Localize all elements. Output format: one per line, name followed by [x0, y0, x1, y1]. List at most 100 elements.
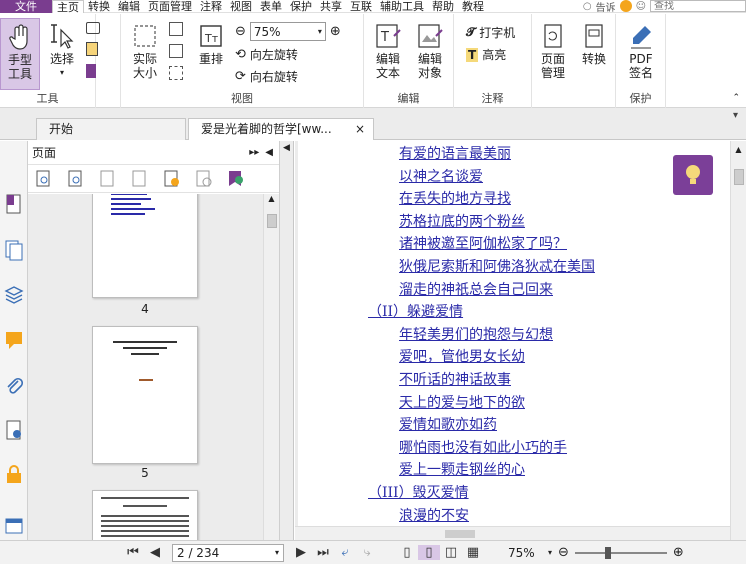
page-management-button[interactable]: 页面 管理	[534, 18, 572, 80]
toc-link[interactable]: 以神之名谈爱	[399, 166, 483, 186]
previous-page-icon[interactable]: ◀	[144, 545, 166, 560]
toc-link[interactable]: 有爱的语言最美丽	[399, 143, 511, 163]
zoom-in-icon[interactable]: ⊕	[330, 24, 341, 39]
scroll-up-icon[interactable]: ▲	[731, 145, 746, 154]
scroll-up-icon[interactable]: ▲	[264, 194, 279, 203]
page-thumbnail[interactable]	[92, 490, 198, 540]
page-thumbnail[interactable]	[92, 326, 198, 464]
last-page-icon[interactable]: ⏭	[312, 545, 334, 560]
zoom-select[interactable]: 75% ▾	[249, 22, 326, 41]
chevron-down-icon[interactable]: ▾	[548, 548, 552, 557]
form-panel-icon[interactable]	[4, 515, 24, 537]
toc-link[interactable]: 爱吧，管他男女长幼	[399, 346, 525, 366]
toc-link[interactable]: 浪漫的不安	[399, 505, 469, 525]
rotate-left-button[interactable]: ⟲ 向左旋转	[235, 46, 298, 63]
toc-link[interactable]: 年轻美男们的抱怨与幻想	[399, 324, 553, 344]
toc-link[interactable]: 诸神被邀至阿伽松家了吗？	[399, 233, 567, 253]
tab-list-icon[interactable]: ▾	[733, 110, 738, 121]
panel-expand-icon[interactable]: ▸▸	[249, 147, 259, 158]
menu-form[interactable]: 表单	[256, 0, 286, 13]
previous-view-icon[interactable]: ⤶	[334, 545, 356, 560]
pages-panel-icon[interactable]	[4, 239, 24, 261]
notification-icon[interactable]	[619, 0, 632, 12]
scroll-thumb[interactable]	[267, 214, 277, 228]
menu-convert[interactable]: 转换	[84, 0, 114, 13]
lightbulb-icon[interactable]: ○	[583, 1, 592, 12]
toc-link[interactable]: 不听话的神话故事	[399, 369, 511, 389]
edit-text-button[interactable]: T 编辑 文本	[370, 18, 406, 80]
lightbulb-icon[interactable]	[673, 155, 713, 195]
tell-me-label[interactable]: 告诉	[596, 0, 616, 14]
zoom-level[interactable]: 75%	[508, 546, 548, 560]
hand-tool-button[interactable]: 手型 工具	[0, 18, 40, 90]
actual-size-button[interactable]: 实际 大小	[127, 18, 163, 80]
fit-visible-icon[interactable]	[169, 66, 183, 80]
insert-page-icon[interactable]	[98, 170, 118, 188]
extract-page-icon[interactable]	[130, 170, 150, 188]
zoom-in-icon[interactable]: ⊕	[673, 545, 684, 560]
menu-protect[interactable]: 保护	[286, 0, 316, 13]
toc-link[interactable]: （III）毁灭爱情	[368, 482, 469, 502]
toc-link[interactable]: 天上的爱与地下的欲	[399, 392, 525, 412]
rotate-right-button[interactable]: ⟳ 向右旋转	[235, 68, 298, 85]
menu-tutorial[interactable]: 教程	[458, 0, 488, 13]
zoom-out-icon[interactable]: ⊖	[558, 545, 569, 560]
scroll-thumb[interactable]	[445, 530, 475, 538]
toc-link[interactable]: 哪怕雨也没有如此小巧的手	[399, 437, 567, 457]
toc-link[interactable]: 爱上一颗走钢丝的心	[399, 459, 525, 479]
user-icon[interactable]: ☺	[636, 1, 646, 12]
convert-button[interactable]: 转换	[576, 18, 612, 66]
menu-home[interactable]: 主页	[52, 0, 84, 14]
search-input[interactable]	[650, 0, 746, 12]
highlight-button[interactable]: T 高亮	[466, 46, 506, 63]
panel-splitter[interactable]: ◀	[280, 141, 294, 540]
layers-panel-icon[interactable]	[4, 283, 24, 305]
single-page-icon[interactable]: ▯	[396, 545, 418, 560]
pdf-sign-button[interactable]: PDF 签名	[622, 18, 660, 80]
fit-page-icon[interactable]	[169, 22, 183, 36]
tab-start[interactable]: 开始	[36, 118, 186, 140]
comments-panel-icon[interactable]	[4, 329, 24, 351]
zoom-page-out-icon[interactable]	[34, 170, 54, 188]
delete-page-icon[interactable]	[194, 170, 214, 188]
lock-icon[interactable]	[4, 463, 24, 485]
toc-link[interactable]: 苏格拉底的两个粉丝	[399, 211, 525, 231]
toc-link[interactable]: 狄俄尼索斯和阿佛洛狄忒在美国	[399, 256, 595, 276]
menu-accessibility[interactable]: 辅助工具	[376, 0, 428, 13]
file-menu[interactable]: 文件	[0, 0, 52, 13]
page-thumbnail[interactable]	[92, 194, 198, 298]
horizontal-scrollbar[interactable]	[295, 526, 730, 540]
toc-link[interactable]: 溜走的神祇总会自己回来	[399, 279, 553, 299]
zoom-out-icon[interactable]: ⊖	[235, 24, 246, 39]
signature-panel-icon[interactable]	[4, 419, 24, 441]
menu-help[interactable]: 帮助	[428, 0, 458, 13]
next-view-icon[interactable]: ⤷	[356, 545, 378, 560]
continuous-page-icon[interactable]: ▯	[418, 545, 440, 560]
attachments-panel-icon[interactable]	[4, 375, 24, 397]
snapshot-icon[interactable]	[86, 22, 100, 34]
panel-collapse-icon[interactable]: ◀	[265, 147, 273, 158]
edit-object-button[interactable]: 编辑 对象	[410, 18, 450, 80]
menu-connect[interactable]: 互联	[346, 0, 376, 13]
continuous-facing-icon[interactable]: ▦	[462, 545, 484, 560]
next-page-icon[interactable]: ▶	[290, 545, 312, 560]
close-icon[interactable]: ×	[355, 119, 365, 139]
collapse-panel-icon[interactable]: ◀	[283, 143, 290, 153]
zoom-page-in-icon[interactable]	[66, 170, 86, 188]
menu-edit[interactable]: 编辑	[114, 0, 144, 13]
toc-link[interactable]: 爱情如歌亦如药	[399, 414, 497, 434]
menu-page-management[interactable]: 页面管理	[144, 0, 196, 13]
typewriter-button[interactable]: 𝓣 打字机	[466, 24, 515, 41]
menu-share[interactable]: 共享	[316, 0, 346, 13]
bookmark-icon[interactable]	[86, 64, 96, 78]
collapse-ribbon-icon[interactable]: ⌃	[732, 93, 740, 103]
scroll-thumb[interactable]	[734, 169, 744, 185]
select-button[interactable]: 选择 ▾	[44, 18, 80, 80]
fit-width-icon[interactable]	[169, 44, 183, 58]
page-properties-icon[interactable]	[226, 170, 246, 188]
add-page-icon[interactable]	[162, 170, 182, 188]
document-scrollbar[interactable]: ▲	[730, 141, 746, 540]
facing-page-icon[interactable]: ◫	[440, 545, 462, 560]
zoom-slider-knob[interactable]	[604, 546, 611, 559]
page-number-field[interactable]: 2 / 234 ▾	[172, 543, 284, 562]
